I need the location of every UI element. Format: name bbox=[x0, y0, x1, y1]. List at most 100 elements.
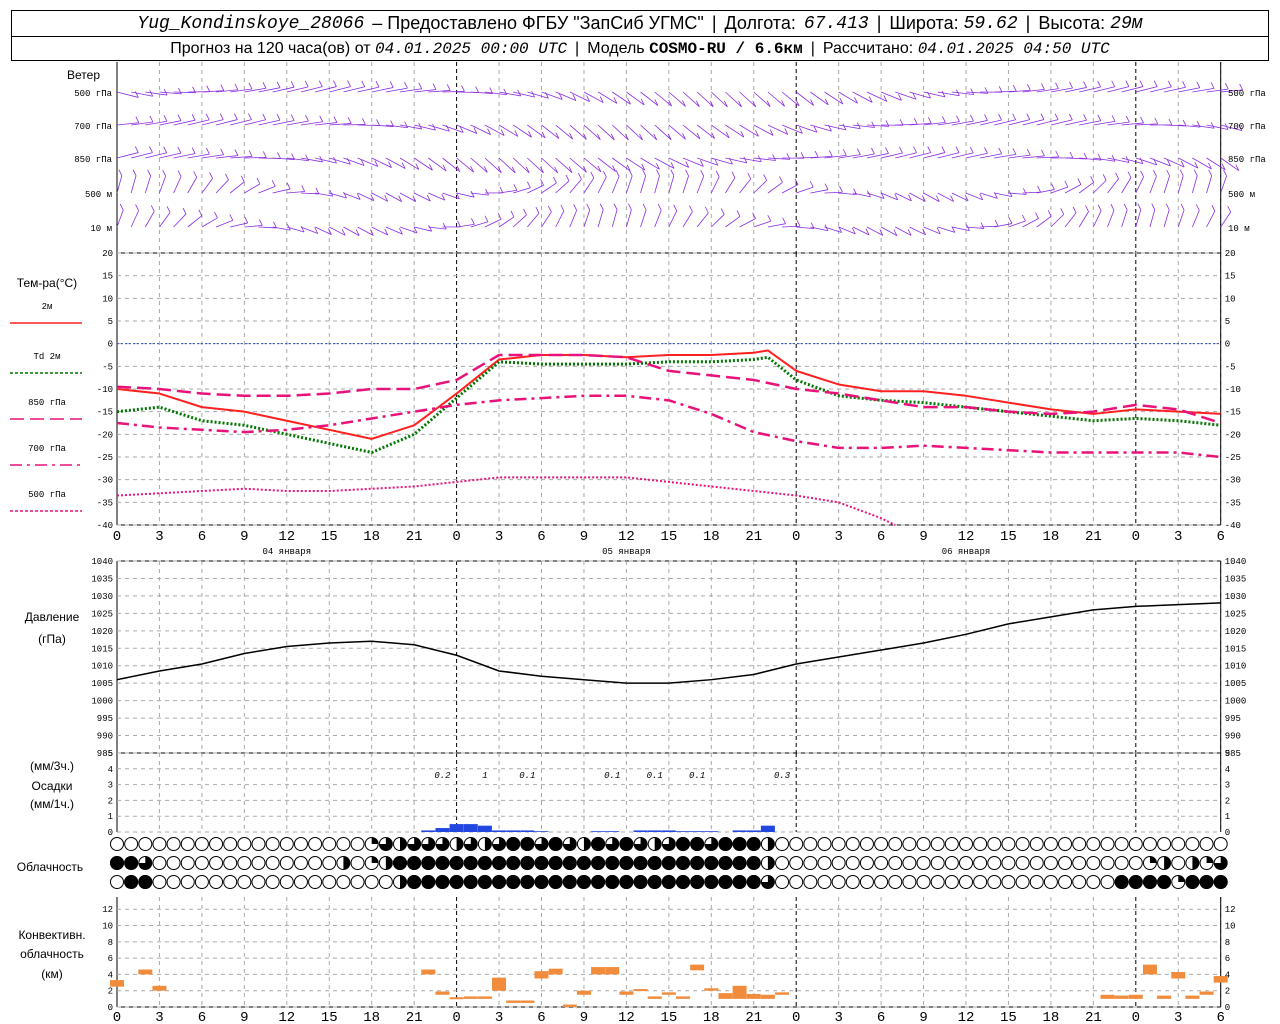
wind-barb-feather bbox=[1125, 80, 1130, 87]
wind-barb bbox=[682, 124, 701, 140]
conv-title-2: облачность bbox=[20, 947, 84, 961]
cloud-symbol bbox=[930, 856, 945, 870]
cloud-symbol-fill bbox=[421, 875, 436, 889]
wind-barb-feather bbox=[248, 113, 252, 120]
wind-barb-feather bbox=[1077, 178, 1082, 185]
convective-bar bbox=[1157, 995, 1172, 999]
y-tick-right: 4 bbox=[1225, 970, 1230, 980]
cloud-symbol bbox=[166, 856, 181, 870]
wind-barb-feather bbox=[642, 169, 646, 176]
wind-barb-feather bbox=[442, 222, 447, 230]
conv-title-1: Конвективн. bbox=[18, 928, 85, 942]
y-tick-right: -35 bbox=[1225, 498, 1241, 508]
cloud-title: Облачность bbox=[17, 860, 83, 874]
wind-barb-feather bbox=[1139, 80, 1144, 87]
wind-barb bbox=[1107, 178, 1119, 194]
wind-barb-feather bbox=[1041, 149, 1045, 157]
y-tick-left: -35 bbox=[97, 498, 113, 508]
wind-barb bbox=[654, 175, 660, 194]
y-tick-right: 0 bbox=[1225, 828, 1230, 838]
cloud-symbol bbox=[180, 875, 195, 889]
wind-barb-feather bbox=[1123, 203, 1128, 211]
x-tick-label: 9 bbox=[919, 1010, 927, 1024]
wind-barb-feather bbox=[1111, 115, 1116, 122]
wind-barb-feather bbox=[234, 83, 239, 90]
x-tick-label: 18 bbox=[363, 1010, 380, 1024]
x-tick-label: 6 bbox=[877, 529, 885, 545]
wind-barb bbox=[470, 157, 488, 173]
cloud-symbol bbox=[308, 837, 323, 851]
cloud-symbol bbox=[845, 856, 860, 870]
wind-barb bbox=[173, 176, 182, 194]
cloud-symbol bbox=[251, 837, 266, 851]
wind-barb-feather bbox=[1154, 117, 1159, 125]
x-tick-label: 12 bbox=[278, 529, 295, 545]
x-tick-label: 18 bbox=[1042, 529, 1059, 545]
y-tick-left: 10 bbox=[102, 294, 113, 304]
cloud-symbol-fill bbox=[534, 856, 549, 870]
cloud-symbol-fill bbox=[576, 856, 591, 870]
wind-barb bbox=[201, 178, 213, 194]
cloud-symbol bbox=[817, 875, 832, 889]
cloud-symbol bbox=[944, 875, 959, 889]
cloud-symbol-fill bbox=[605, 875, 620, 889]
y-tick-right: 10 bbox=[1225, 922, 1236, 932]
cloud-symbol bbox=[775, 856, 790, 870]
wind-barb-feather bbox=[1196, 81, 1201, 88]
convective-bar bbox=[760, 994, 775, 999]
x-tick-label: 21 bbox=[745, 529, 762, 545]
y-tick-right: 1005 bbox=[1225, 679, 1247, 689]
cloud-symbol bbox=[1058, 856, 1073, 870]
wind-barb-feather bbox=[1068, 113, 1073, 121]
wind-barb bbox=[258, 185, 276, 194]
cloud-symbol-fill bbox=[661, 875, 676, 889]
conv-title-3: (км) bbox=[41, 967, 63, 981]
cloud-symbol bbox=[237, 856, 252, 870]
wind-barb bbox=[512, 157, 530, 174]
wind-barb-feather bbox=[573, 204, 578, 211]
cloud-symbol-fill bbox=[690, 856, 705, 870]
wind-barb bbox=[583, 177, 595, 194]
wind-barb-feather bbox=[1210, 82, 1215, 89]
precip-bar bbox=[449, 824, 464, 832]
precip-bar bbox=[647, 830, 662, 832]
wind-barb-feather bbox=[1165, 203, 1170, 210]
wind-barb-feather bbox=[1064, 180, 1069, 188]
wind-barb-feather bbox=[234, 149, 239, 156]
precip-bar bbox=[661, 830, 676, 832]
x-tick-label: 6 bbox=[877, 1010, 885, 1024]
wind-barb-feather bbox=[1182, 81, 1186, 88]
wind-barb-feather bbox=[177, 146, 182, 154]
convective-bar bbox=[647, 996, 662, 999]
wind-barb bbox=[767, 182, 783, 194]
x-tick-label: 21 bbox=[745, 1010, 762, 1024]
wind-barb-feather bbox=[704, 206, 709, 214]
x-tick-label: 9 bbox=[580, 1010, 588, 1024]
wind-level-right: 500 гПа bbox=[1228, 89, 1266, 99]
y-tick-left: 20 bbox=[102, 249, 113, 259]
wind-barb-feather bbox=[276, 113, 281, 121]
cloud-symbol bbox=[1029, 837, 1044, 851]
x-tick-label: 3 bbox=[1174, 529, 1182, 545]
y-tick-left: 0 bbox=[108, 828, 113, 838]
wind-barb bbox=[696, 176, 705, 194]
cloud-symbol bbox=[803, 875, 818, 889]
precip-bar bbox=[506, 830, 521, 832]
wind-barb-feather bbox=[209, 172, 213, 179]
cloud-symbol bbox=[194, 875, 209, 889]
wind-barb bbox=[951, 226, 970, 232]
y-tick-right: 5 bbox=[1225, 317, 1230, 327]
cloud-symbol bbox=[1114, 837, 1129, 851]
cloud-symbol-fill bbox=[548, 875, 563, 889]
wind-barb-feather bbox=[1027, 84, 1031, 91]
wind-barb-feather bbox=[347, 80, 351, 87]
wind-barb-feather bbox=[899, 146, 903, 154]
wind-barb bbox=[116, 175, 123, 194]
wind-barb-feather bbox=[828, 150, 833, 157]
wind-barb-feather bbox=[135, 116, 140, 123]
wind-barb-feather bbox=[1054, 113, 1059, 120]
wind-barb bbox=[597, 209, 604, 228]
wind-barb bbox=[810, 189, 829, 194]
wind-barb-feather bbox=[1012, 85, 1017, 92]
cloud-symbol bbox=[308, 856, 323, 870]
